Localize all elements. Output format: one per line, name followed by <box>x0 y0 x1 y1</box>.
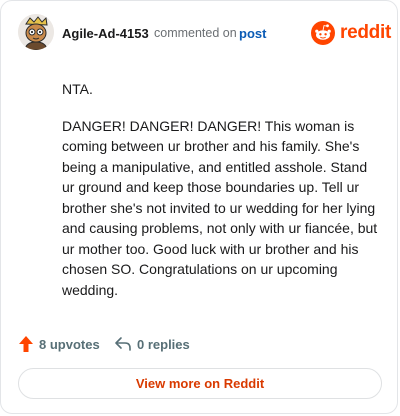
comment-embed-card: Agile-Ad-4153 commented on post reddit N… <box>0 0 398 414</box>
user-avatar[interactable] <box>18 14 54 50</box>
reddit-icon <box>311 21 335 45</box>
username-link[interactable]: Agile-Ad-4153 <box>62 26 149 41</box>
upvote-count: 8 upvotes <box>39 336 100 352</box>
view-more-button[interactable]: View more on Reddit <box>18 368 382 399</box>
upvote-button[interactable]: 8 upvotes <box>18 334 100 354</box>
reddit-wordmark: reddit <box>340 22 391 43</box>
comment-header: Agile-Ad-4153 commented on post reddit <box>1 1 397 67</box>
reddit-logo[interactable]: reddit <box>311 20 391 48</box>
post-link[interactable]: post <box>239 26 266 41</box>
comment-paragraph: DANGER! DANGER! DANGER! This woman is co… <box>62 117 378 298</box>
avatar-illustration-icon <box>18 14 54 50</box>
comment-body: NTA. DANGER! DANGER! DANGER! This woman … <box>62 79 380 316</box>
commented-on-label: commented on <box>154 26 237 40</box>
comment-actions: 8 upvotes 0 replies <box>18 334 318 354</box>
replies-button[interactable]: 0 replies <box>114 334 190 354</box>
reply-arrow-icon <box>115 337 131 351</box>
replies-count: 0 replies <box>137 336 190 352</box>
comment-paragraph: NTA. <box>62 81 93 97</box>
upvote-arrow-icon <box>19 336 33 352</box>
